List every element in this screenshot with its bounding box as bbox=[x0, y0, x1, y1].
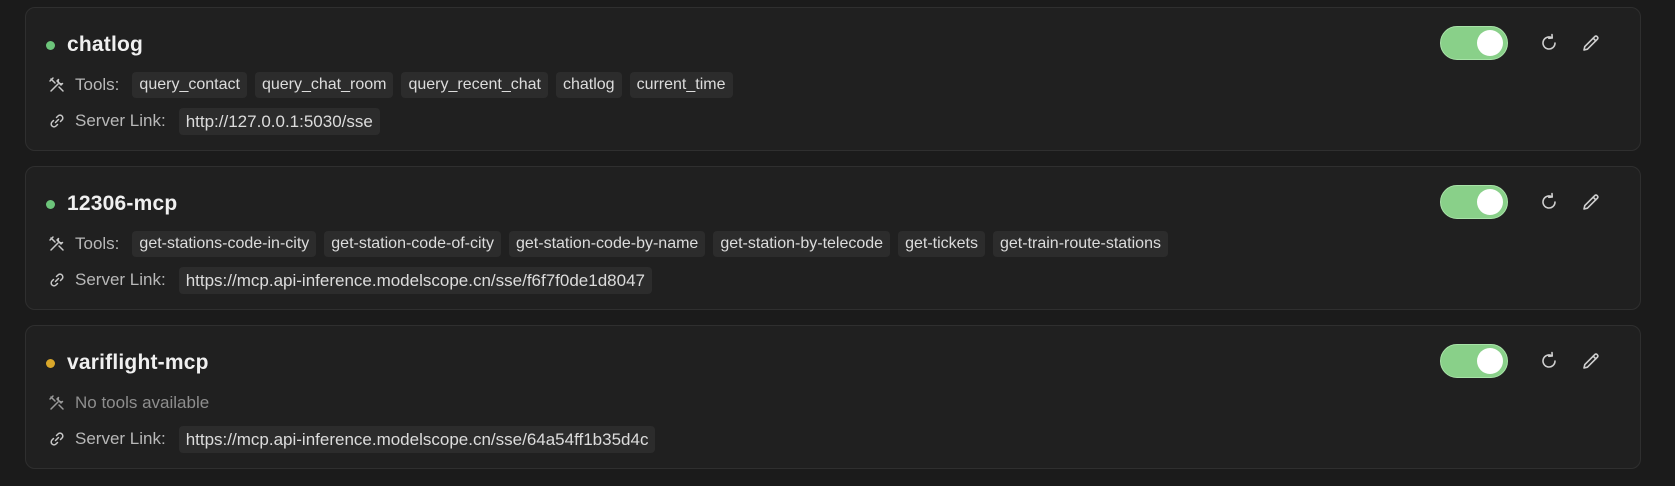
card-actions bbox=[1440, 185, 1606, 219]
tool-tags: query_contact query_chat_room query_rece… bbox=[132, 72, 740, 98]
mcp-server-list: chatlog Tools: query_contact query_chat_… bbox=[0, 0, 1675, 486]
enable-toggle[interactable] bbox=[1440, 26, 1508, 60]
tool-tag: query_recent_chat bbox=[401, 72, 548, 98]
status-indicator bbox=[46, 358, 55, 368]
enable-toggle[interactable] bbox=[1440, 344, 1508, 378]
tools-icon bbox=[47, 234, 67, 254]
server-link-value: https://mcp.api-inference.modelscope.cn/… bbox=[178, 425, 656, 453]
tools-label: Tools: bbox=[75, 234, 120, 253]
tool-tag: query_contact bbox=[132, 72, 247, 98]
refresh-icon bbox=[1542, 351, 1556, 368]
tool-tag: get-station-by-telecode bbox=[713, 231, 891, 257]
server-link-value: http://127.0.0.1:5030/sse bbox=[178, 107, 380, 135]
tool-tag: current_time bbox=[629, 72, 733, 98]
edit-button[interactable] bbox=[1576, 346, 1606, 376]
server-name: chatlog bbox=[67, 33, 144, 56]
tool-tags: get-stations-code-in-city get-station-co… bbox=[132, 231, 1176, 257]
card-actions bbox=[1440, 26, 1606, 60]
tools-row: Tools: query_contact query_chat_room que… bbox=[47, 72, 741, 98]
server-link-label: Server Link: bbox=[75, 429, 166, 448]
no-tools-text: No tools available bbox=[75, 393, 210, 412]
enable-toggle[interactable] bbox=[1440, 185, 1508, 219]
server-header: variflight-mcp bbox=[46, 346, 209, 380]
server-header: chatlog bbox=[46, 28, 143, 62]
link-icon bbox=[47, 270, 67, 290]
server-link-row: Server Link: https://mcp.api-inference.m… bbox=[47, 425, 656, 453]
status-indicator bbox=[46, 199, 55, 209]
server-name: 12306-mcp bbox=[67, 192, 178, 215]
server-link-label: Server Link: bbox=[75, 270, 166, 289]
tools-row: No tools available bbox=[47, 390, 222, 416]
server-header: 12306-mcp bbox=[46, 187, 177, 221]
tools-icon bbox=[47, 393, 67, 413]
refresh-button[interactable] bbox=[1534, 187, 1564, 217]
server-link-row: Server Link: http://127.0.0.1:5030/sse bbox=[47, 107, 380, 135]
server-card: chatlog Tools: query_contact query_chat_… bbox=[25, 7, 1641, 151]
server-link-value: https://mcp.api-inference.modelscope.cn/… bbox=[178, 266, 652, 294]
tool-tag: get-station-code-by-name bbox=[509, 231, 706, 257]
tool-tag: get-stations-code-in-city bbox=[132, 231, 317, 257]
server-name: variflight-mcp bbox=[67, 351, 209, 374]
server-link-row: Server Link: https://mcp.api-inference.m… bbox=[47, 266, 652, 294]
edit-button[interactable] bbox=[1576, 28, 1606, 58]
server-link-label: Server Link: bbox=[75, 111, 166, 130]
status-indicator bbox=[46, 40, 55, 50]
tool-tag: get-train-route-stations bbox=[993, 231, 1168, 257]
toggle-knob bbox=[1477, 348, 1503, 374]
edit-button[interactable] bbox=[1576, 187, 1606, 217]
refresh-icon bbox=[1542, 192, 1556, 209]
toggle-knob bbox=[1477, 30, 1503, 56]
tool-tag: query_chat_room bbox=[254, 72, 394, 98]
tools-row: Tools: get-stations-code-in-city get-sta… bbox=[47, 231, 1176, 257]
tools-icon bbox=[47, 75, 67, 95]
link-icon bbox=[47, 429, 67, 449]
toggle-knob bbox=[1477, 189, 1503, 215]
refresh-button[interactable] bbox=[1534, 28, 1564, 58]
server-card: variflight-mcp No tools available Server… bbox=[25, 325, 1641, 469]
refresh-icon bbox=[1542, 33, 1556, 50]
tools-label: Tools: bbox=[75, 75, 120, 94]
refresh-button[interactable] bbox=[1534, 346, 1564, 376]
pencil-icon bbox=[1583, 353, 1599, 369]
tool-tag: get-station-code-of-city bbox=[324, 231, 501, 257]
pencil-icon bbox=[1583, 194, 1599, 210]
server-card: 12306-mcp Tools: get-stations-code-in-ci… bbox=[25, 166, 1641, 310]
card-actions bbox=[1440, 344, 1606, 378]
link-icon bbox=[47, 111, 67, 131]
tool-tag: chatlog bbox=[555, 72, 622, 98]
tool-tag: get-tickets bbox=[898, 231, 985, 257]
pencil-icon bbox=[1583, 35, 1599, 51]
